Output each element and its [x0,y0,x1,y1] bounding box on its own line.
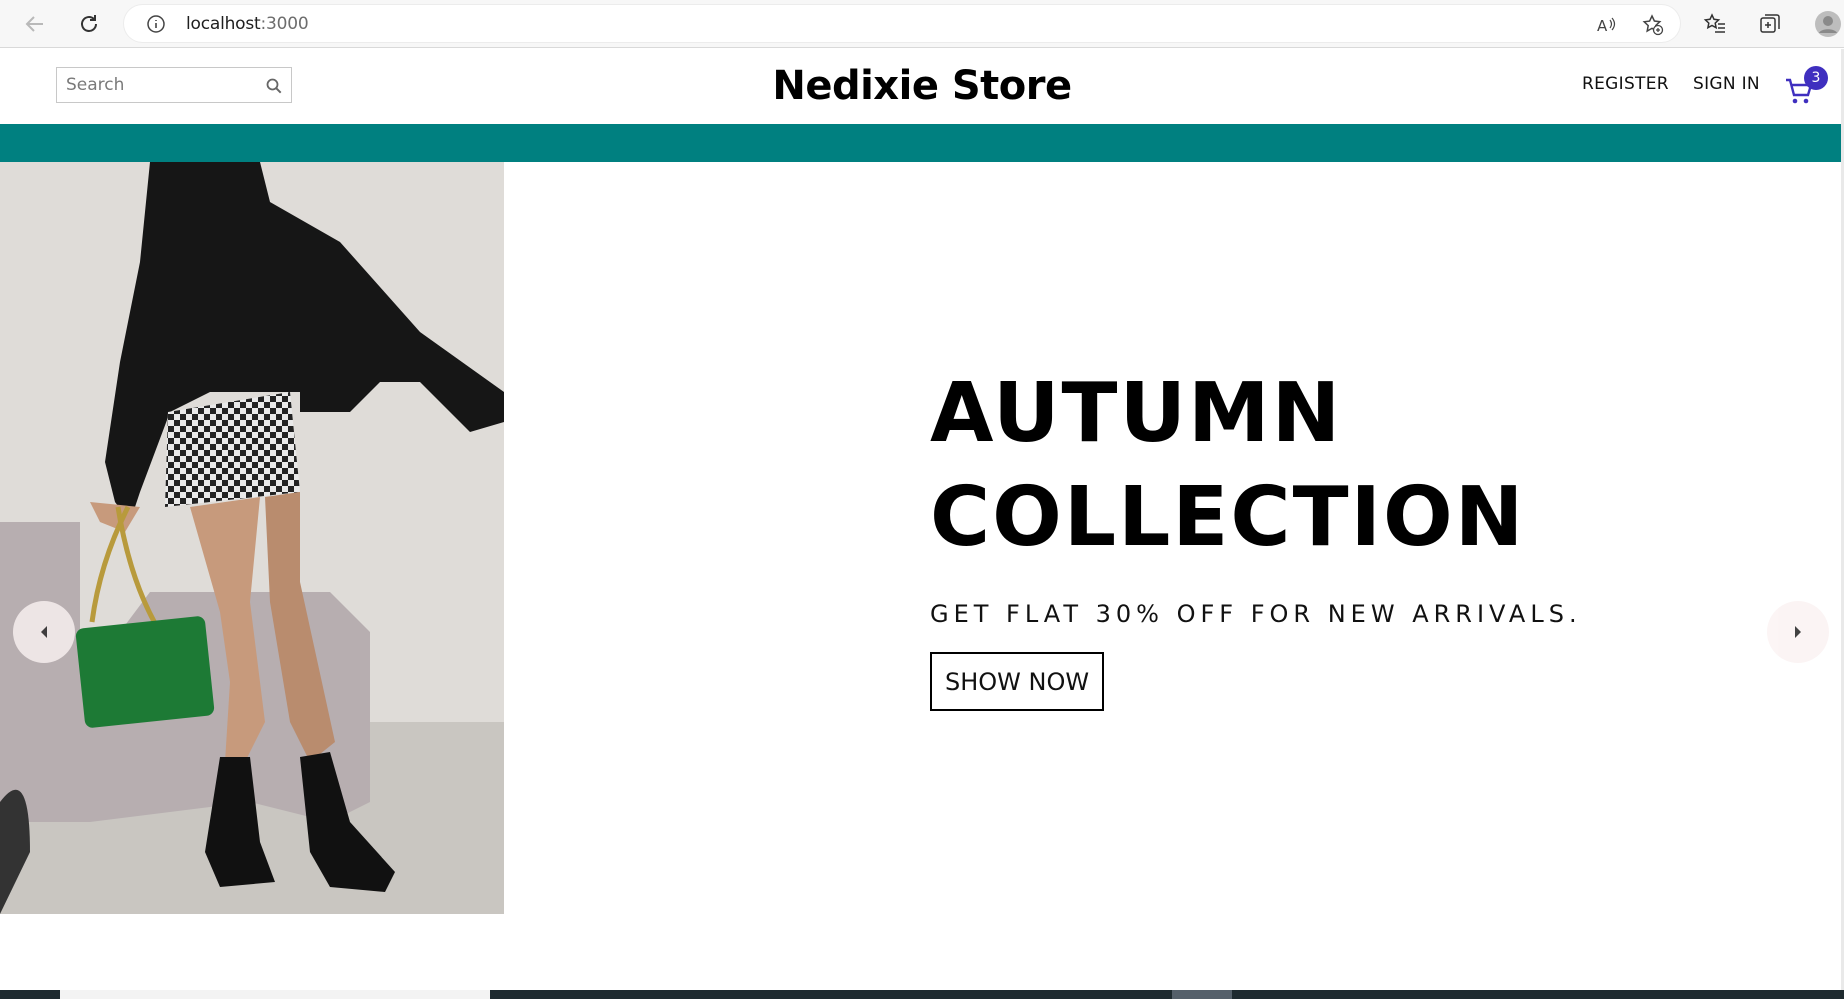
hero-title-line1: AUTUMN [930,366,1343,461]
info-icon[interactable] [146,14,166,34]
hero-title-line2: COLLECTION [930,470,1526,565]
reload-button[interactable] [75,10,103,38]
signin-link[interactable]: SIGN IN [1693,74,1760,94]
star-plus-icon[interactable] [1642,14,1664,36]
back-button[interactable] [21,10,49,38]
show-now-button[interactable]: SHOW NOW [930,652,1105,711]
hero-description: GET FLAT 30% OFF FOR NEW ARRIVALS. [930,600,1582,628]
register-link[interactable]: REGISTER [1582,74,1669,94]
caret-left-icon [41,626,47,638]
svg-text:A: A [1597,17,1608,35]
store-header: Nedixie Store REGISTER SIGN IN 3 [0,49,1844,124]
profile-icon[interactable] [1814,10,1842,38]
collections-icon[interactable] [1758,12,1782,36]
cart-count-badge: 3 [1804,66,1828,90]
arrow-left-icon [25,16,43,32]
favorites-icon[interactable] [1703,12,1727,36]
next-slide-button[interactable] [1767,601,1829,663]
read-aloud-icon[interactable]: A [1595,14,1617,36]
prev-slide-button[interactable] [13,601,75,663]
hero-slider: AUTUMN COLLECTION GET FLAT 30% OFF FOR N… [0,162,1841,914]
taskbar [0,990,1844,999]
cart-button[interactable]: 3 [1784,66,1828,106]
hero-title: AUTUMN COLLECTION [930,362,1582,570]
hero-content: AUTUMN COLLECTION GET FLAT 30% OFF FOR N… [930,362,1582,711]
caret-right-icon [1795,626,1801,638]
hero-image [0,162,504,914]
announcement-bar [0,124,1841,162]
browser-toolbar: localhost:3000 A [0,0,1844,48]
reload-icon [81,15,97,32]
url-text[interactable]: localhost:3000 [186,14,309,34]
address-bar[interactable]: localhost:3000 A [124,5,1680,42]
brand-logo[interactable]: Nedixie Store [0,63,1844,109]
